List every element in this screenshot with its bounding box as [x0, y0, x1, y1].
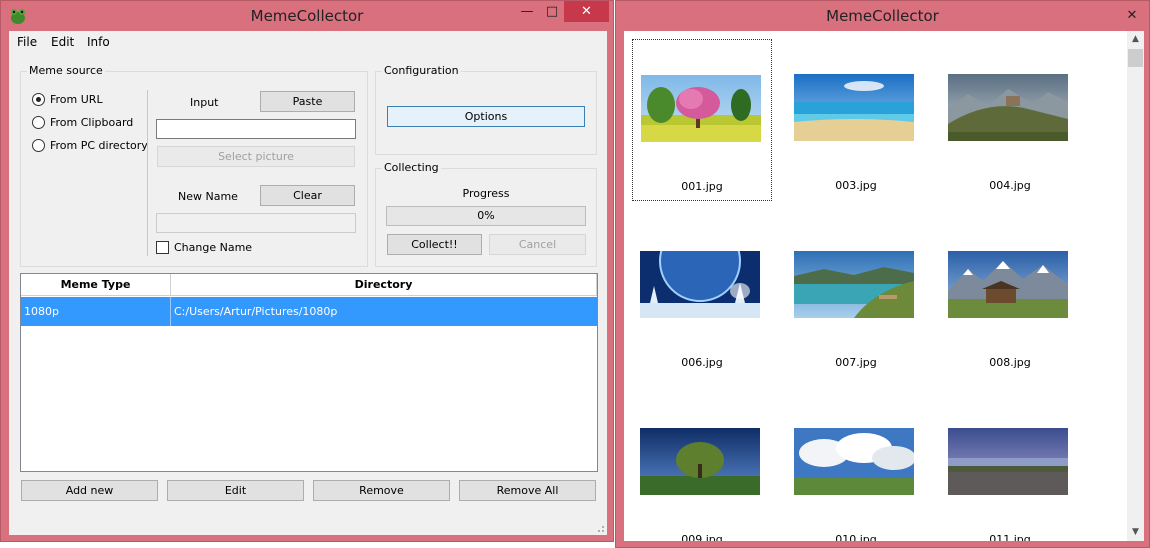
column-header-directory[interactable]: Directory	[171, 274, 597, 296]
new-name-field[interactable]	[156, 213, 356, 233]
radio-from-pc-directory[interactable]: From PC directory	[32, 138, 148, 152]
select-picture-button[interactable]: Select picture	[157, 146, 355, 167]
paste-button[interactable]: Paste	[260, 91, 355, 112]
separator	[147, 90, 148, 256]
thumbnail-item[interactable]: 008.jpg	[940, 216, 1080, 378]
new-name-label: New Name	[178, 190, 238, 203]
thumbnail-item[interactable]: 007.jpg	[786, 216, 926, 378]
radio-from-url-label: From URL	[50, 92, 103, 106]
thumbnail-image-mountain-barn	[948, 251, 1068, 318]
radio-dot	[32, 138, 45, 152]
minimize-button[interactable]: —	[513, 1, 541, 22]
thumbnail-item[interactable]: 009.jpg	[632, 393, 772, 541]
radio-dot-selected	[32, 92, 45, 106]
resize-grip-icon[interactable]	[595, 523, 605, 533]
thumbnail-label: 006.jpg	[681, 356, 723, 369]
edit-button[interactable]: Edit	[167, 480, 304, 501]
thumbnail-item[interactable]: 010.jpg	[786, 393, 926, 541]
column-header-meme-type[interactable]: Meme Type	[21, 274, 171, 296]
change-name-label: Change Name	[174, 241, 253, 254]
thumbnail-item[interactable]: 006.jpg	[632, 216, 772, 378]
input-label: Input	[190, 96, 219, 109]
table-row[interactable]: 1080p C:/Users/Artur/Pictures/1080p	[21, 297, 597, 326]
close-button[interactable]: ✕	[564, 1, 609, 22]
change-name-checkbox[interactable]: Change Name	[156, 241, 252, 254]
remove-button[interactable]: Remove	[313, 480, 450, 501]
thumbnail-label: 010.jpg	[835, 533, 877, 541]
remove-all-button[interactable]: Remove All	[459, 480, 596, 501]
thumbnail-label: 009.jpg	[681, 533, 723, 541]
meme-source-group: Meme source From URL From Clipboard From…	[20, 65, 368, 267]
checkbox-box	[156, 241, 169, 254]
thumbnail-label: 011.jpg	[989, 533, 1031, 541]
thumbnail-item[interactable]: 011.jpg	[940, 393, 1080, 541]
vertical-scrollbar[interactable]: ▲ ▼	[1127, 31, 1144, 541]
thumbnail-item[interactable]: 001.jpg	[632, 39, 772, 201]
menu-bar: File Edit Info	[9, 31, 607, 53]
radio-from-clipboard-label: From Clipboard	[50, 115, 134, 129]
thumbnail-image-dusk-marsh	[948, 428, 1068, 495]
cell-meme-type: 1080p	[21, 297, 171, 326]
thumbnail-label: 001.jpg	[681, 180, 723, 193]
scroll-up-icon[interactable]: ▲	[1127, 31, 1144, 48]
collecting-label: Collecting	[382, 161, 441, 174]
scroll-down-icon[interactable]: ▼	[1127, 524, 1144, 541]
gallery-window-title: MemeCollector	[826, 7, 939, 25]
options-button[interactable]: Options	[387, 106, 585, 127]
meme-type-table[interactable]: Meme Type Directory 1080p C:/Users/Artur…	[20, 273, 598, 472]
radio-dot	[32, 115, 45, 129]
menu-edit[interactable]: Edit	[51, 35, 74, 49]
thumbnail-image-willow-tree	[640, 428, 760, 495]
configuration-label: Configuration	[382, 64, 461, 77]
cancel-button[interactable]: Cancel	[489, 234, 586, 255]
thumbnail-image-blue-planet-winter	[640, 251, 760, 318]
thumbnail-item[interactable]: 004.jpg	[940, 39, 1080, 201]
input-field[interactable]	[156, 119, 356, 139]
radio-from-clipboard[interactable]: From Clipboard	[32, 115, 133, 129]
collecting-group: Collecting Progress 0% Collect!! Cancel	[375, 162, 597, 267]
progress-label: Progress	[462, 187, 510, 200]
cell-directory: C:/Users/Artur/Pictures/1080p	[174, 305, 338, 318]
main-window: MemeCollector — □ ✕ File Edit Info Meme …	[0, 0, 614, 542]
gallery-client-area: 001.jpg 003.jpg 004.jpg 006.jpg 007.jpg …	[624, 31, 1144, 541]
scrollbar-thumb[interactable]	[1128, 49, 1143, 67]
thumbnail-grid: 001.jpg 003.jpg 004.jpg 006.jpg 007.jpg …	[624, 31, 1127, 541]
menu-info[interactable]: Info	[87, 35, 110, 49]
meme-source-label: Meme source	[27, 64, 105, 77]
radio-from-url[interactable]: From URL	[32, 92, 103, 106]
gallery-close-button[interactable]: ✕	[1120, 5, 1144, 26]
configuration-group: Configuration Options	[375, 65, 597, 155]
thumbnail-label: 003.jpg	[835, 179, 877, 192]
thumbnail-label: 004.jpg	[989, 179, 1031, 192]
clear-button[interactable]: Clear	[260, 185, 355, 206]
progress-bar: 0%	[386, 206, 586, 226]
gallery-window: MemeCollector ✕ 001.jpg 003.jpg 004.jpg …	[615, 0, 1150, 548]
thumbnail-image-tropical-beach	[794, 74, 914, 141]
thumbnail-label: 008.jpg	[989, 356, 1031, 369]
add-new-button[interactable]: Add new	[21, 480, 158, 501]
thumbnail-label: 007.jpg	[835, 356, 877, 369]
collect-button[interactable]: Collect!!	[387, 234, 482, 255]
thumbnail-image-cloudy-sky	[794, 428, 914, 495]
thumbnail-item[interactable]: 003.jpg	[786, 39, 926, 201]
menu-file[interactable]: File	[17, 35, 37, 49]
main-client-area: File Edit Info Meme source From URL From…	[9, 31, 607, 535]
thumbnail-image-hilltop-ruins	[948, 74, 1068, 141]
thumbnail-image-blossom-tree	[641, 75, 761, 142]
radio-from-pc-directory-label: From PC directory	[50, 138, 148, 152]
thumbnail-image-lakeside-bench	[794, 251, 914, 318]
maximize-button[interactable]: □	[538, 1, 566, 22]
